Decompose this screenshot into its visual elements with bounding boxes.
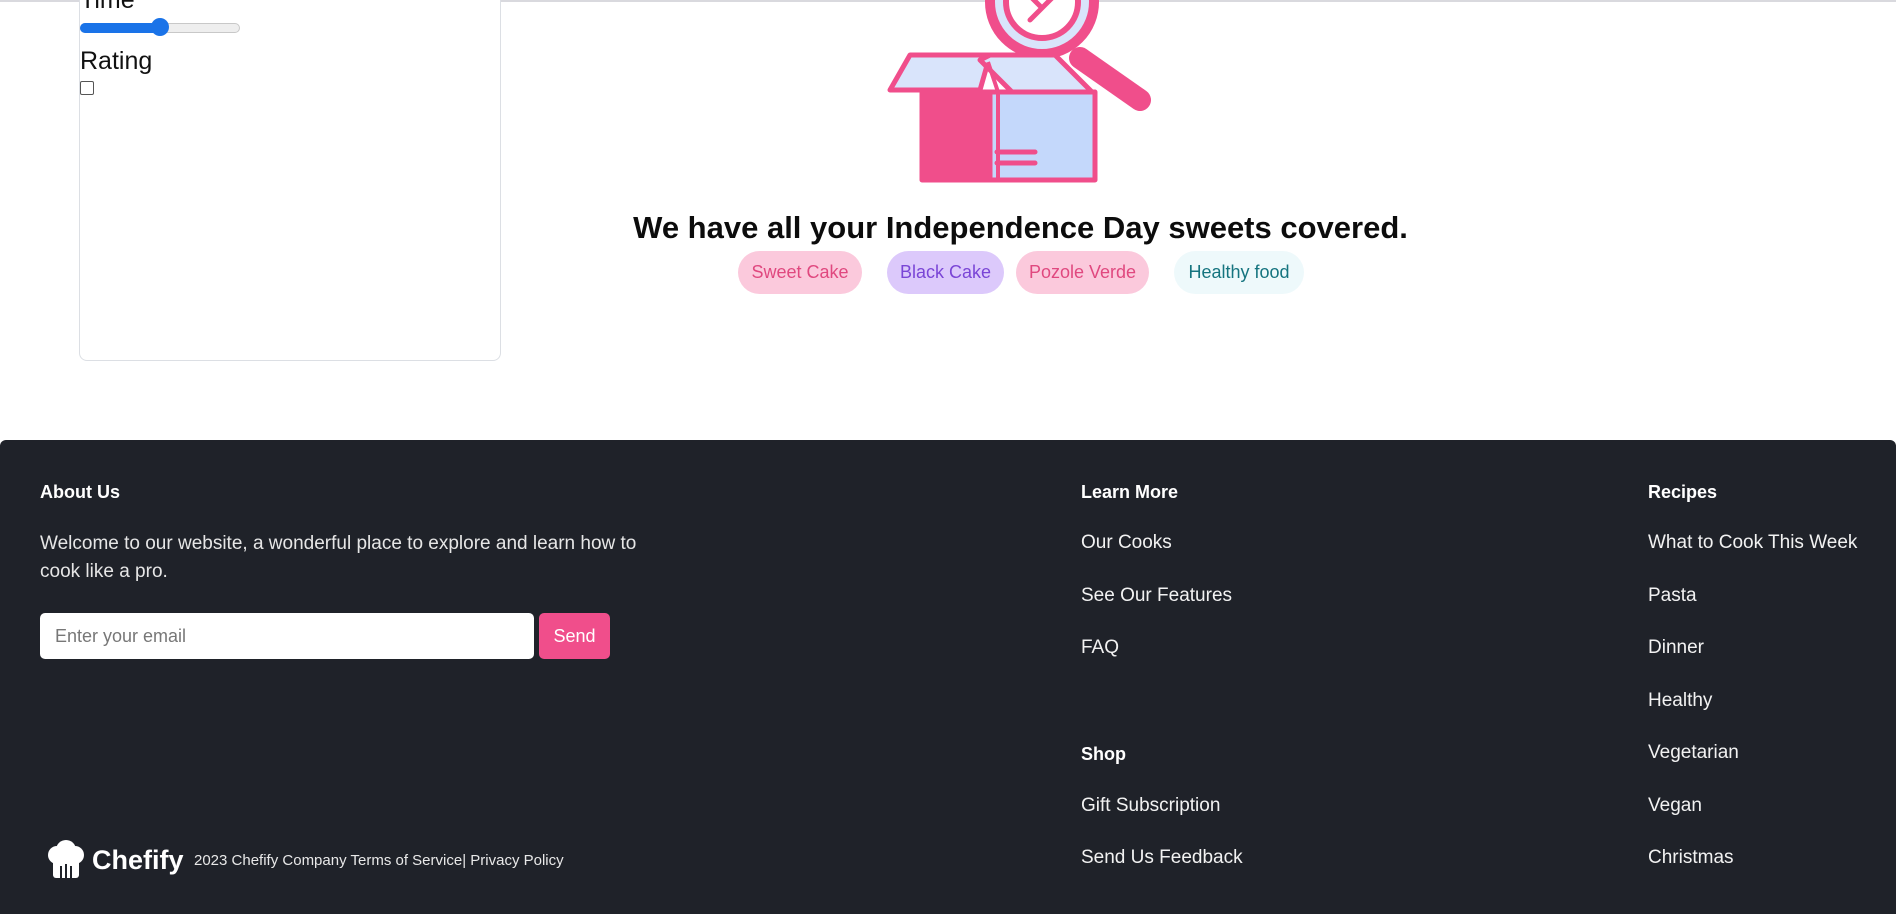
- learn-more-heading: Learn More: [1081, 482, 1179, 502]
- footer-link-vegetarian[interactable]: Vegetarian: [1648, 742, 1739, 764]
- footer-link-faq[interactable]: FAQ: [1081, 637, 1119, 659]
- empty-box-illustration: [887, 0, 1151, 183]
- shop-heading: Shop: [1081, 744, 1126, 764]
- time-filter-heading: Time: [80, 0, 135, 14]
- brand-name: Chefify: [92, 844, 184, 875]
- footer-link-what-to-cook[interactable]: What to Cook This Week: [1648, 532, 1857, 554]
- tag-black-cake[interactable]: Black Cake: [887, 251, 1004, 294]
- footer-brand[interactable]: Chefify: [44, 840, 184, 880]
- about-us-heading: About Us: [40, 482, 120, 502]
- footer-link-see-our-features[interactable]: See Our Features: [1081, 585, 1232, 607]
- footer-link-christmas[interactable]: Christmas: [1648, 847, 1734, 869]
- footer-link-pasta[interactable]: Pasta: [1648, 585, 1697, 607]
- footer-link-dinner[interactable]: Dinner: [1648, 637, 1704, 659]
- footer-link-vegan[interactable]: Vegan: [1648, 795, 1702, 817]
- terms-of-service-link[interactable]: Terms of Service|: [351, 852, 467, 869]
- tag-sweet-cake[interactable]: Sweet Cake: [738, 251, 862, 294]
- footer-link-healthy[interactable]: Healthy: [1648, 690, 1712, 712]
- footer-link-send-us-feedback[interactable]: Send Us Feedback: [1081, 847, 1243, 869]
- copyright-line: 2023 Chefify Company Terms of Service| P…: [194, 852, 564, 869]
- recipes-heading: Recipes: [1648, 482, 1718, 502]
- privacy-policy-link[interactable]: Privacy Policy: [470, 852, 563, 869]
- newsletter-send-button[interactable]: Send: [539, 613, 610, 659]
- rating-checkbox[interactable]: [80, 81, 94, 95]
- footer-link-gift-subscription[interactable]: Gift Subscription: [1081, 795, 1220, 817]
- copyright-text: 2023 Chefify Company: [194, 852, 347, 869]
- site-footer: About Us Welcome to our website, a wonde…: [0, 440, 1896, 914]
- newsletter-email-input[interactable]: [40, 613, 534, 659]
- tag-pozole-verde[interactable]: Pozole Verde: [1016, 251, 1149, 294]
- empty-state-title: We have all your Independence Day sweets…: [633, 210, 1408, 245]
- chef-hat-icon: [48, 840, 84, 878]
- time-slider-thumb[interactable]: [151, 18, 169, 36]
- about-us-text: Welcome to our website, a wonderful plac…: [40, 533, 637, 582]
- tag-healthy-food[interactable]: Healthy food: [1174, 251, 1304, 294]
- rating-filter-heading: Rating: [80, 47, 153, 75]
- footer-link-our-cooks[interactable]: Our Cooks: [1081, 532, 1172, 554]
- time-slider-fill: [80, 23, 160, 33]
